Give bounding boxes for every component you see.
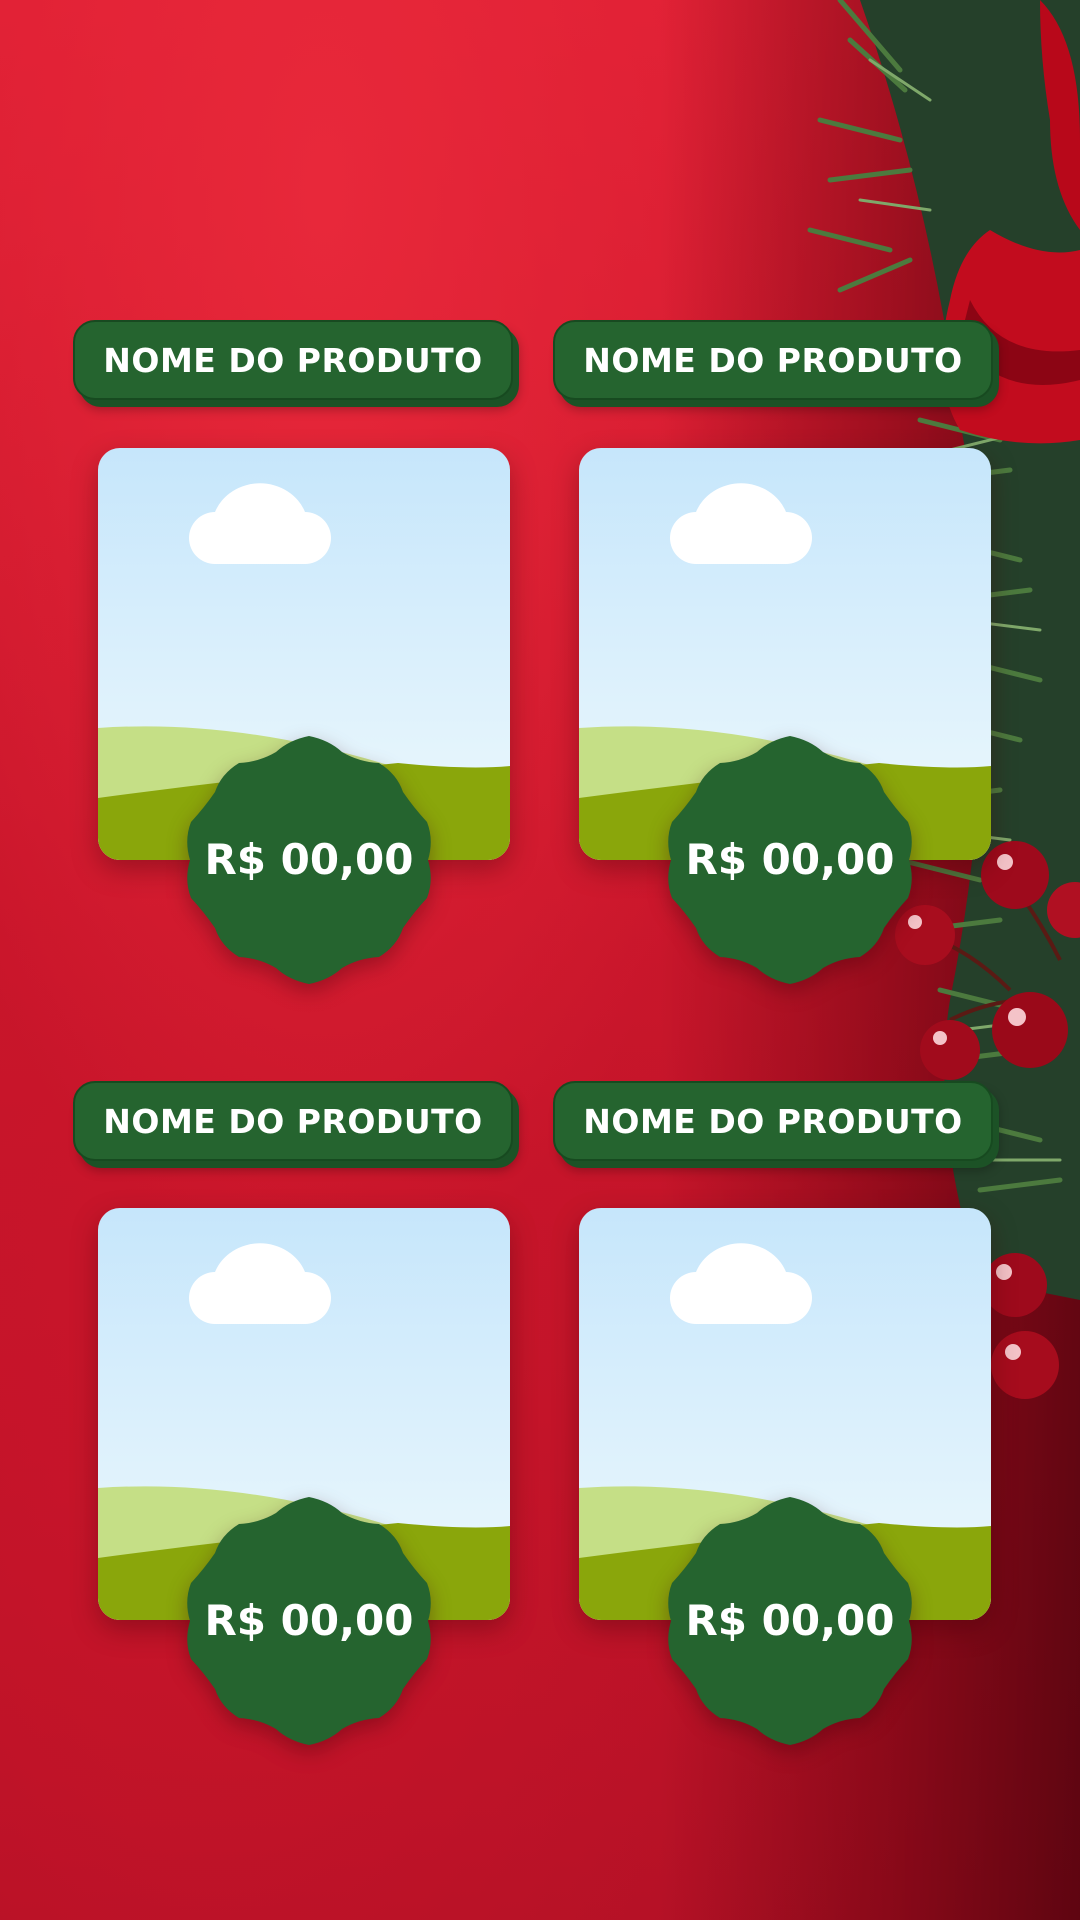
product-name-label: NOME DO PRODUTO (553, 1081, 993, 1161)
price-badge: R$ 00,00 (665, 735, 915, 985)
price-label: R$ 00,00 (204, 1596, 414, 1645)
price-badge: R$ 00,00 (184, 735, 434, 985)
price-label: R$ 00,00 (204, 835, 414, 884)
product-name-label: NOME DO PRODUTO (553, 320, 993, 400)
product-name-label: NOME DO PRODUTO (73, 1081, 513, 1161)
price-label: R$ 00,00 (685, 1596, 895, 1645)
price-label: R$ 00,00 (685, 835, 895, 884)
price-badge: R$ 00,00 (665, 1496, 915, 1746)
christmas-decoration (807, 0, 1080, 1399)
product-name-label: NOME DO PRODUTO (73, 320, 513, 400)
price-badge: R$ 00,00 (184, 1496, 434, 1746)
